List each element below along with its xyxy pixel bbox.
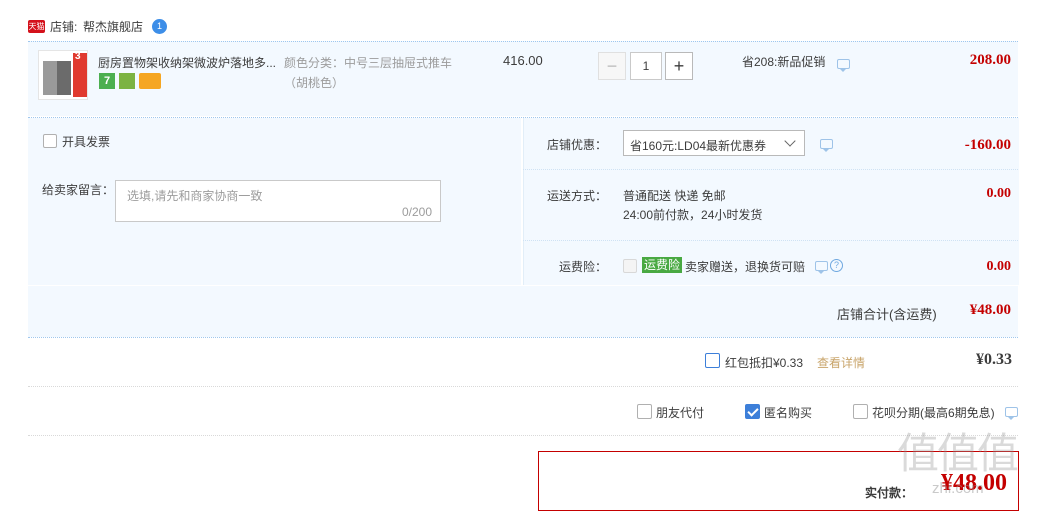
promo-message-icon[interactable] bbox=[837, 59, 850, 72]
chevron-down-icon bbox=[784, 135, 796, 147]
shipping-label: 运送方式： bbox=[547, 189, 608, 203]
tmall-badge: 天猫 bbox=[28, 20, 45, 33]
invoice-checkbox[interactable] bbox=[43, 134, 57, 148]
item-row: 3 厨房置物架收纳架微波炉落地多... 7 颜色分类： 中号三层抽屉式推车 （胡… bbox=[28, 41, 1018, 116]
order-options: 开具发票 给卖家留言： 选填,请先和商家协商一致 0/200 店铺优惠： 省16… bbox=[28, 117, 1019, 338]
huabei-label: 花呗分期(最高6期免息) bbox=[872, 406, 995, 420]
shop-total-amount: ¥48.00 bbox=[969, 302, 1011, 318]
thumb-badge: 3 bbox=[75, 51, 81, 62]
spec-label: 颜色分类： bbox=[284, 56, 345, 70]
redpacket-row: 红包抵扣¥0.33 查看详情 ¥0.33 bbox=[28, 337, 1018, 387]
redpacket-checkbox[interactable] bbox=[705, 353, 720, 368]
huabei-checkbox[interactable] bbox=[853, 404, 868, 419]
watermark-domain: zhi.com bbox=[932, 480, 984, 497]
promo-text: 省208:新品促销 bbox=[742, 55, 826, 69]
friend-pay-checkbox[interactable] bbox=[637, 404, 652, 419]
redpacket-amount: ¥0.33 bbox=[976, 351, 1012, 368]
discount-label: 店铺优惠： bbox=[547, 138, 608, 152]
discount-select[interactable]: 省160元:LD04最新优惠券 bbox=[623, 130, 805, 156]
shipping-line1: 普通配送 快递 免邮 bbox=[623, 189, 726, 203]
shipping-line2: 24:00前付款，24小时发货 bbox=[623, 208, 763, 222]
insurance-label: 运费险： bbox=[559, 260, 608, 274]
chat-bubble-icon[interactable]: 1 bbox=[152, 19, 167, 34]
plus-button[interactable]: + bbox=[665, 52, 693, 80]
spec-value: 中号三层抽屉式推车 bbox=[344, 56, 453, 70]
insurance-message-icon[interactable] bbox=[815, 261, 828, 274]
discount-amount: -160.00 bbox=[964, 137, 1011, 153]
shop-name[interactable]: 帮杰旗舰店 bbox=[83, 18, 143, 36]
shop-total-bar: 店铺合计(含运费) ¥48.00 bbox=[28, 286, 1018, 337]
quantity-input[interactable]: 1 bbox=[630, 52, 662, 80]
shop-label: 店铺: bbox=[50, 20, 78, 34]
discount-message-icon[interactable] bbox=[820, 139, 833, 152]
insurance-badge: 运费险 bbox=[642, 257, 683, 273]
redpacket-detail-link[interactable]: 查看详情 bbox=[817, 354, 865, 371]
watermark-logo: 值值值 bbox=[897, 430, 1019, 477]
message-placeholder: 选填,请先和商家协商一致 bbox=[127, 189, 263, 203]
shop-total-label: 店铺合计(含运费) bbox=[837, 307, 937, 322]
product-thumbnail[interactable]: 3 bbox=[38, 50, 88, 100]
guarantee-icon bbox=[119, 73, 135, 89]
message-counter: 0/200 bbox=[401, 205, 432, 219]
anonymous-checkbox[interactable] bbox=[745, 404, 760, 419]
quantity-stepper: − 1 + bbox=[598, 52, 694, 80]
insurance-checkbox bbox=[623, 259, 637, 273]
minus-button[interactable]: − bbox=[598, 52, 626, 80]
discount-selected: 省160元:LD04最新优惠券 bbox=[630, 139, 767, 153]
help-icon[interactable]: ? bbox=[830, 259, 843, 272]
spec-value-2: （胡桃色） bbox=[284, 76, 345, 90]
seven-day-icon: 7 bbox=[99, 73, 115, 89]
payment-options-row: 朋友代付 匿名购买 花呗分期(最高6期免息) bbox=[28, 387, 1018, 436]
shipping-amount: 0.00 bbox=[986, 186, 1012, 201]
credit-card-icon bbox=[139, 73, 161, 89]
huabei-message-icon[interactable] bbox=[1005, 407, 1018, 420]
item-subtotal: 208.00 bbox=[969, 52, 1011, 68]
anonymous-label: 匿名购买 bbox=[764, 406, 813, 420]
invoice-label: 开具发票 bbox=[62, 135, 111, 149]
friend-pay-label: 朋友代付 bbox=[656, 406, 705, 420]
insurance-text: 卖家赠送，退换货可赔 bbox=[685, 260, 806, 274]
message-label: 给卖家留言： bbox=[42, 183, 115, 197]
message-textarea[interactable]: 选填,请先和商家协商一致 0/200 bbox=[115, 180, 441, 222]
product-title[interactable]: 厨房置物架收纳架微波炉落地多... bbox=[98, 54, 276, 71]
redpacket-label: 红包抵扣¥0.33 bbox=[725, 356, 804, 370]
insurance-amount: 0.00 bbox=[986, 259, 1012, 274]
pay-label: 实付款： bbox=[865, 486, 914, 500]
unit-price: 416.00 bbox=[503, 53, 543, 68]
